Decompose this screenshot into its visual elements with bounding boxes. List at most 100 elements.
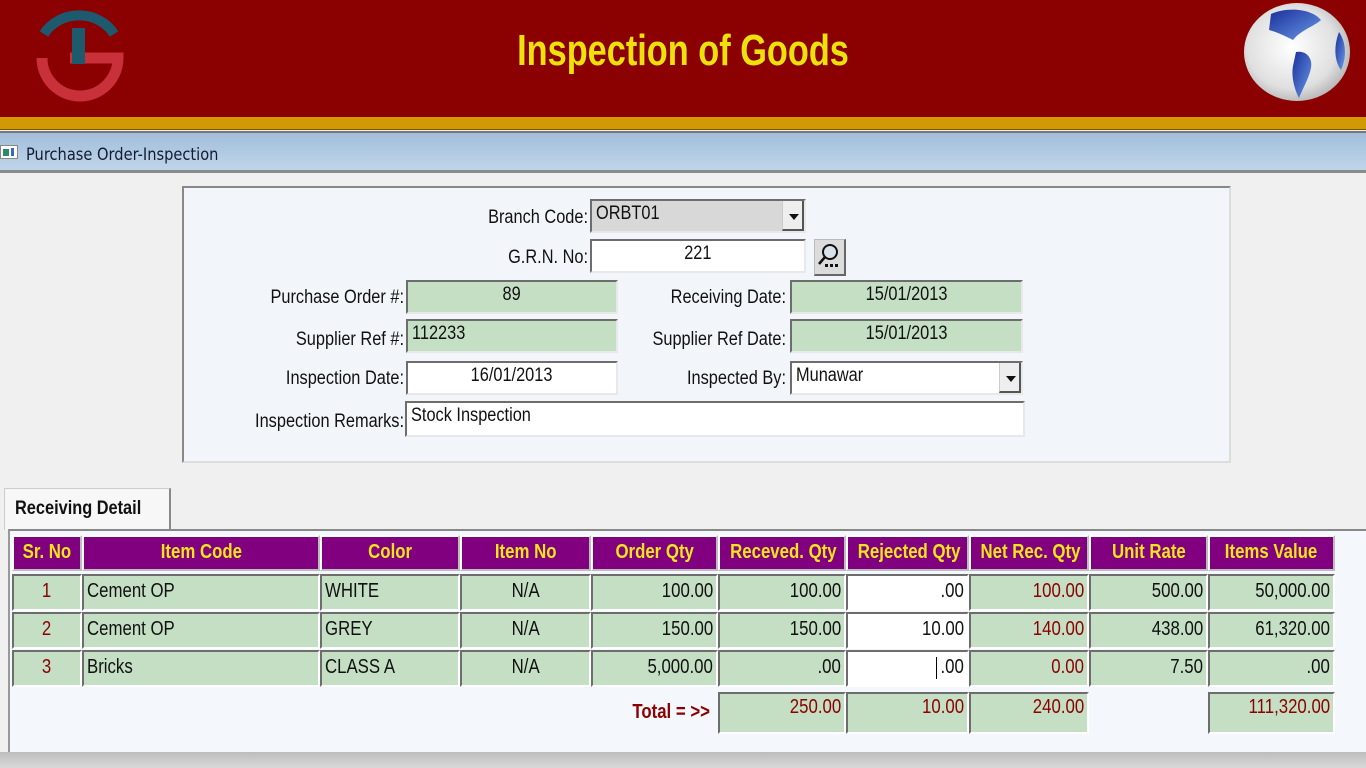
cell-items-value: .00 [1208, 650, 1335, 687]
cell-order-qty: 5,000.00 [591, 650, 718, 687]
grn-no-label: G.R.N. No: [508, 247, 588, 268]
column-header-rejected-qty: Rejected Qty [846, 535, 969, 571]
cell-text: Unit Rate [1111, 541, 1186, 563]
purchase-order-label: Purchase Order #: [270, 287, 404, 308]
globe-icon [1244, 3, 1350, 101]
column-header-received-qty: Receved. Qty [718, 535, 846, 571]
cell-order-qty: 100.00 [591, 574, 718, 611]
supplier-ref-date-field: 15/01/2013 [790, 319, 1023, 353]
inspected-by-select[interactable]: Munawar [790, 361, 1023, 395]
cell-text: 140.00 [1032, 618, 1084, 640]
column-header-color: Color [320, 535, 460, 571]
cell-sr-no: 3 [12, 650, 82, 687]
supplier-ref-date-value: 15/01/2013 [865, 323, 948, 344]
cell-order-qty: 150.00 [591, 612, 718, 649]
cell-text: 250.00 [789, 696, 841, 718]
cell-text: .00 [940, 580, 964, 602]
purchase-order-field: 89 [406, 280, 618, 314]
cell-item-no: N/A [460, 650, 591, 687]
cell-text: N/A [511, 580, 540, 602]
cell-text: 240.00 [1032, 696, 1084, 718]
supplier-ref-field: 112233 [406, 319, 618, 353]
cell-color: CLASS A [320, 650, 460, 687]
cell-text: .00 [817, 656, 841, 678]
cell-text: 10.00 [921, 618, 964, 640]
search-icon [818, 244, 838, 267]
branch-code-select[interactable]: ORBT01 [590, 199, 806, 233]
rejected-qty-input[interactable]: 10.00 [846, 612, 969, 649]
cell-text: Rejected Qty [857, 541, 961, 563]
cell-color: WHITE [320, 574, 460, 611]
cell-received-qty: .00 [718, 650, 846, 687]
window-titlebar: Purchase Order-Inspection [0, 131, 1366, 173]
grn-lookup-button[interactable] [814, 239, 846, 276]
ts-logo-icon [36, 10, 124, 102]
cell-text: GREY [325, 618, 373, 640]
cell-text: Order Qty [615, 541, 694, 563]
cell-text: CLASS A [325, 656, 396, 678]
column-header-order-qty: Order Qty [591, 535, 718, 571]
rejected-qty-input-active[interactable]: .00 [846, 650, 969, 687]
cell-item-no: N/A [460, 574, 591, 611]
inspection-remarks-value: Stock Inspection [411, 405, 531, 426]
chevron-down-icon[interactable] [782, 201, 804, 231]
inspection-remarks-label: Inspection Remarks: [255, 411, 404, 432]
cell-text: Net Rec. Qty [980, 541, 1081, 563]
grn-no-input[interactable]: 221 [590, 239, 806, 273]
cell-text: 7.50 [1170, 656, 1203, 678]
cell-text: N/A [511, 618, 540, 640]
cell-sr-no: 1 [12, 574, 82, 611]
cell-color: GREY [320, 612, 460, 649]
cell-items-value: 61,320.00 [1208, 612, 1335, 649]
receiving-date-field: 15/01/2013 [790, 280, 1023, 314]
cell-text: 3 [42, 656, 52, 678]
cell-text: 500.00 [1151, 580, 1203, 602]
cell-text: Receved. Qty [730, 541, 837, 563]
inspected-by-value: Munawar [796, 365, 864, 386]
cell-text: Item Code [160, 541, 242, 563]
cell-unit-rate: 7.50 [1089, 650, 1208, 687]
window-title: Purchase Order-Inspection [26, 145, 219, 165]
branch-code-label: Branch Code: [488, 207, 588, 228]
inspection-date-input[interactable]: 16/01/2013 [406, 361, 618, 395]
column-header-net-rec-qty: Net Rec. Qty [969, 535, 1089, 571]
cell-text: 50,000.00 [1255, 580, 1330, 602]
inspection-remarks-input[interactable]: Stock Inspection [405, 401, 1025, 437]
column-header-sr-no: Sr. No [12, 535, 82, 571]
cell-text: 438.00 [1151, 618, 1203, 640]
column-header-unit-rate: Unit Rate [1089, 535, 1208, 571]
total-received-qty: 250.00 [718, 692, 846, 734]
inspection-date-value: 16/01/2013 [471, 365, 553, 386]
cell-text: .00 [1306, 656, 1330, 678]
cell-text: 61,320.00 [1255, 618, 1330, 640]
inspection-date-label: Inspection Date: [285, 368, 404, 389]
tab-receiving-detail[interactable]: Receiving Detail [4, 488, 171, 530]
cell-text: 111,320.00 [1248, 696, 1330, 718]
supplier-ref-label: Supplier Ref #: [295, 329, 404, 350]
tab-label: Receiving Detail [15, 498, 142, 519]
cell-sr-no: 2 [12, 612, 82, 649]
cell-text: Item No [494, 541, 557, 563]
grn-no-value: 221 [684, 243, 712, 264]
cell-text: Cement OP [87, 618, 175, 640]
column-header-item-code: Item Code [82, 535, 320, 571]
column-header-item-no: Item No [460, 535, 591, 571]
cell-item-code: Cement OP [82, 574, 320, 611]
cell-text: 5,000.00 [647, 656, 713, 678]
rejected-qty-input[interactable]: .00 [846, 574, 969, 611]
form-window-icon [0, 145, 18, 159]
cell-text: Cement OP [87, 580, 175, 602]
cell-text: 0.00 [1051, 656, 1084, 678]
cell-text: 1 [42, 580, 52, 602]
cell-received-qty: 150.00 [718, 612, 846, 649]
window-bottom-edge [0, 752, 1366, 768]
column-header-items-value: Items Value [1208, 535, 1335, 571]
cell-text: WHITE [325, 580, 380, 602]
cell-unit-rate: 500.00 [1089, 574, 1208, 611]
cell-item-no: N/A [460, 612, 591, 649]
chevron-down-icon[interactable] [999, 363, 1021, 393]
cell-text: Bricks [87, 656, 133, 678]
cell-text: 10.00 [921, 696, 964, 718]
cell-net-rec-qty: 140.00 [969, 612, 1089, 649]
cell-item-code: Bricks [82, 650, 320, 687]
